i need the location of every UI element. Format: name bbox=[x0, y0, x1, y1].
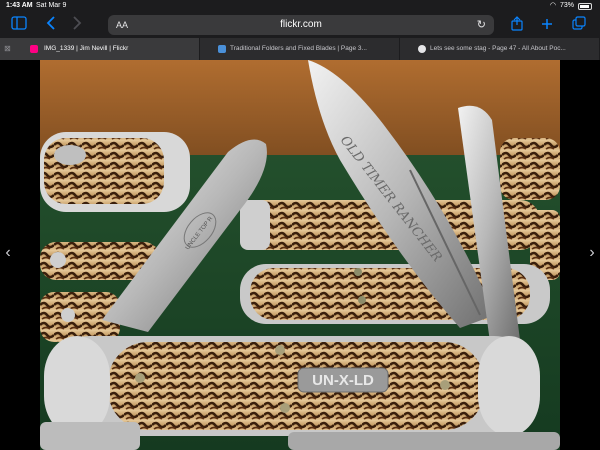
url-text[interactable]: flickr.com bbox=[108, 15, 494, 35]
close-tab-icon[interactable]: ⊠ bbox=[4, 38, 11, 60]
tab-bar: ⊠ IMG_1339 | Jim Nevill | Flickr Traditi… bbox=[0, 38, 600, 60]
tab-label: IMG_1339 | Jim Nevill | Flickr bbox=[44, 45, 129, 52]
new-tab-icon[interactable] bbox=[538, 16, 556, 34]
next-photo-icon[interactable]: › bbox=[584, 245, 600, 261]
status-date: Sat Mar 9 bbox=[36, 2, 67, 9]
knife-photo[interactable]: UNCLE TOP R OLD TIMER RANCHER UN-X-LD bbox=[40, 60, 560, 450]
sidebar-icon[interactable] bbox=[10, 16, 28, 34]
forward-icon[interactable] bbox=[68, 16, 86, 34]
tab-label: Traditional Folders and Fixed Blades | P… bbox=[230, 45, 367, 52]
reload-icon[interactable]: ↻ bbox=[477, 15, 486, 35]
browser-toolbar: AA flickr.com ↻ bbox=[0, 12, 600, 38]
status-bar: 1:43 AM Sat Mar 9 ◠ 73% bbox=[0, 0, 600, 12]
knife-photo-drawing: UNCLE TOP R OLD TIMER RANCHER UN-X-LD bbox=[40, 60, 560, 450]
tabs-overview-icon[interactable] bbox=[570, 16, 588, 34]
flickr-favicon-icon bbox=[30, 45, 38, 53]
knife-front-main: UN-X-LD bbox=[44, 336, 540, 436]
forum-favicon-icon bbox=[218, 45, 226, 53]
tab-lets-see-stag[interactable]: Lets see some stag - Page 47 - All About… bbox=[400, 38, 600, 60]
shield-text: UN-X-LD bbox=[312, 372, 374, 389]
battery-icon bbox=[578, 2, 592, 10]
page-content: ‹ › UNCLE TOP R OLD TIMER RANCHER UN-X-L… bbox=[0, 60, 600, 450]
knife-back-left bbox=[40, 132, 190, 212]
status-time: 1:43 AM bbox=[6, 2, 33, 9]
forum-favicon-icon bbox=[418, 45, 426, 53]
back-icon[interactable] bbox=[42, 16, 60, 34]
tab-flickr[interactable]: ⊠ IMG_1339 | Jim Nevill | Flickr bbox=[0, 38, 200, 60]
wifi-icon: ◠ bbox=[549, 2, 556, 9]
battery-percent: 73% bbox=[559, 2, 574, 9]
previous-photo-icon[interactable]: ‹ bbox=[0, 245, 16, 261]
share-icon[interactable] bbox=[508, 16, 526, 34]
address-bar[interactable]: AA flickr.com ↻ bbox=[108, 15, 494, 35]
tab-traditional-folders[interactable]: Traditional Folders and Fixed Blades | P… bbox=[200, 38, 400, 60]
tab-label: Lets see some stag - Page 47 - All About… bbox=[430, 45, 566, 52]
status-right: ◠ 73% bbox=[550, 0, 592, 12]
